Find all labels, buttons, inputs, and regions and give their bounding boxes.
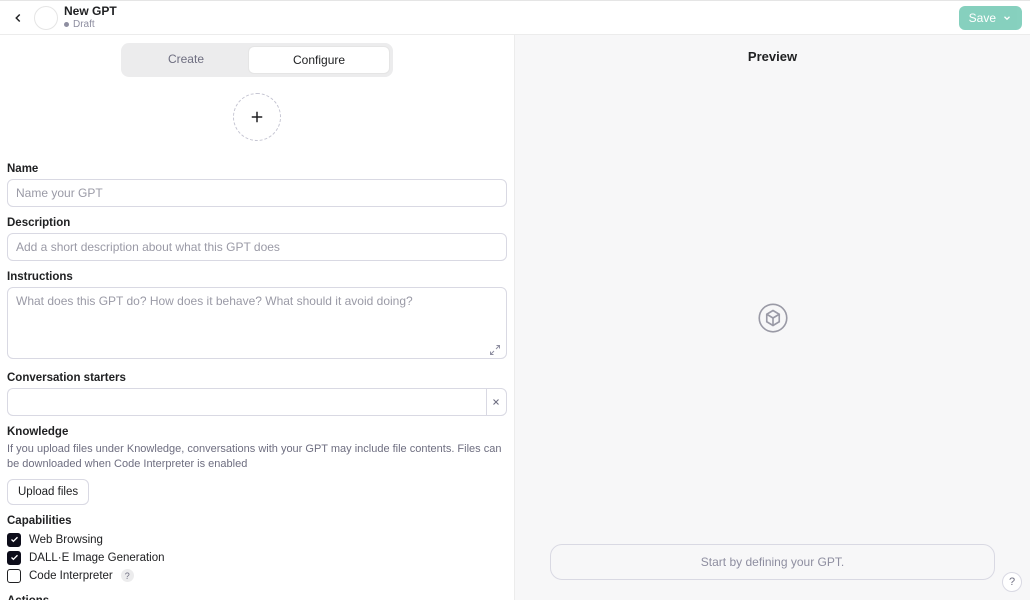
gpt-avatar-placeholder xyxy=(34,6,58,30)
check-icon xyxy=(10,535,19,544)
plus-icon xyxy=(248,108,266,126)
tab-configure[interactable]: Configure xyxy=(248,46,390,74)
preview-panel: Preview Start by defining your GPT. ? xyxy=(515,35,1030,600)
preview-input[interactable]: Start by defining your GPT. xyxy=(550,544,995,580)
checkbox-code-interpreter[interactable] xyxy=(7,569,21,583)
instructions-input[interactable] xyxy=(7,287,507,359)
cube-icon xyxy=(758,303,788,333)
description-label: Description xyxy=(7,217,507,229)
upload-avatar-button[interactable] xyxy=(233,93,281,141)
expand-icon[interactable] xyxy=(489,344,501,356)
save-button[interactable]: Save xyxy=(959,6,1022,30)
help-button[interactable]: ? xyxy=(1002,572,1022,592)
capability-code-interpreter: Code Interpreter ? xyxy=(7,567,507,585)
checkbox-web-browsing[interactable] xyxy=(7,533,21,547)
upload-files-button[interactable]: Upload files xyxy=(7,479,89,505)
chevron-down-icon xyxy=(1002,13,1012,23)
status-text: Draft xyxy=(73,19,95,30)
preview-title: Preview xyxy=(748,35,797,78)
name-label: Name xyxy=(7,163,507,175)
status-badge: Draft xyxy=(64,19,117,30)
actions-label: Actions xyxy=(7,595,507,600)
capability-label: Web Browsing xyxy=(29,534,103,546)
starter-remove-button[interactable] xyxy=(486,388,507,416)
name-input[interactable] xyxy=(7,179,507,207)
capability-label: Code Interpreter xyxy=(29,570,113,582)
tab-create[interactable]: Create xyxy=(124,46,248,74)
configure-panel: Create Configure Name Description Instru… xyxy=(0,35,515,600)
starters-label: Conversation starters xyxy=(7,372,507,384)
tab-group: Create Configure xyxy=(121,43,393,77)
preview-placeholder-icon xyxy=(758,303,788,333)
starter-input[interactable] xyxy=(7,388,486,416)
info-icon[interactable]: ? xyxy=(121,569,134,582)
starter-row xyxy=(7,388,507,416)
back-button[interactable] xyxy=(8,8,28,28)
page-title: New GPT xyxy=(64,5,117,18)
save-button-label: Save xyxy=(969,11,996,25)
instructions-label: Instructions xyxy=(7,271,507,283)
check-icon xyxy=(10,553,19,562)
checkbox-dalle[interactable] xyxy=(7,551,21,565)
knowledge-label: Knowledge xyxy=(7,426,507,438)
capability-label: DALL·E Image Generation xyxy=(29,552,165,564)
close-icon xyxy=(491,397,501,407)
header-bar: New GPT Draft Save xyxy=(0,1,1030,35)
knowledge-help-text: If you upload files under Knowledge, con… xyxy=(7,442,507,473)
capability-web-browsing: Web Browsing xyxy=(7,531,507,549)
capabilities-label: Capabilities xyxy=(7,515,507,527)
capability-dalle: DALL·E Image Generation xyxy=(7,549,507,567)
description-input[interactable] xyxy=(7,233,507,261)
